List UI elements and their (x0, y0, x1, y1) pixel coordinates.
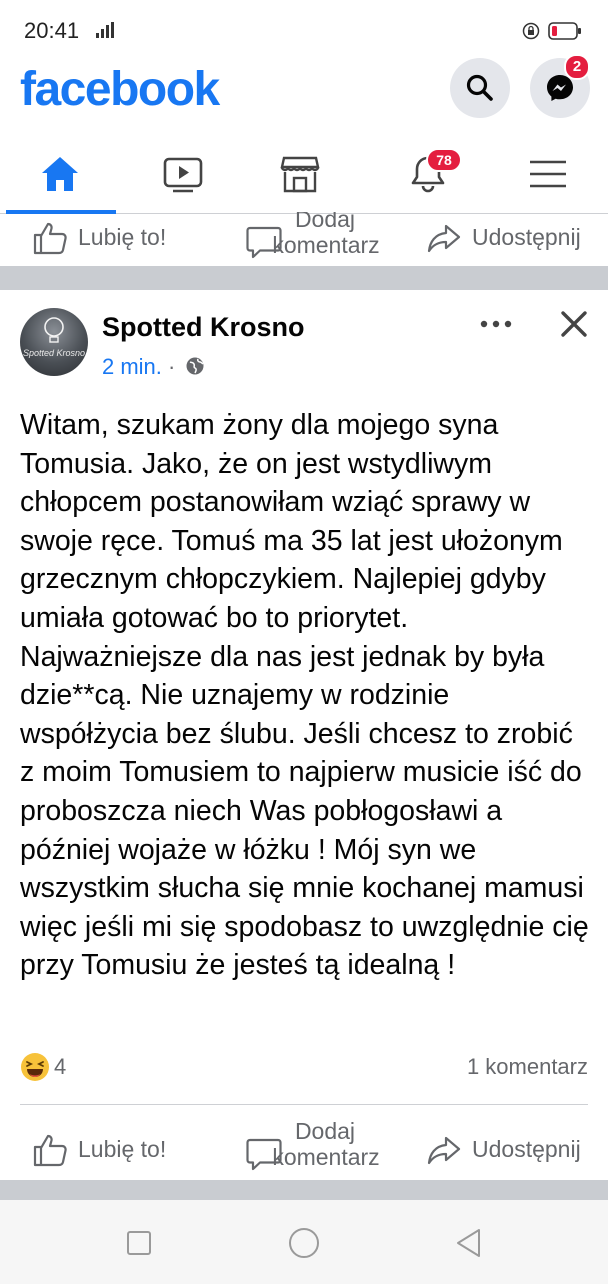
like-label: Lubię to! (78, 1136, 167, 1162)
thumbs-up-icon (33, 222, 67, 255)
comment-label-line1: Dodaj (294, 212, 356, 232)
feed-post: Spotted Krosno Spotted Krosno 2 min. · W… (0, 290, 608, 1180)
tab-home[interactable] (10, 134, 110, 214)
feed-divider-bottom (0, 1180, 608, 1200)
post-actions: Lubię to! Dodaj komentarz Udostępnij (0, 1118, 608, 1180)
notifications-badge: 78 (426, 148, 462, 172)
feed-divider (0, 266, 608, 290)
comment-label-line1: Dodaj (294, 1118, 356, 1144)
battery-icon (548, 22, 581, 40)
tab-notifications[interactable]: 78 (378, 134, 478, 214)
share-button[interactable]: Udostępnij (420, 212, 600, 266)
recent-apps-icon[interactable] (122, 1226, 156, 1260)
status-time: 20:41 (24, 18, 80, 43)
like-button[interactable]: Lubię to! (0, 1120, 190, 1180)
tab-menu[interactable] (498, 134, 598, 214)
post-author[interactable]: Spotted Krosno (102, 312, 305, 343)
post-meta: 2 min. · (102, 354, 205, 380)
meta-separator: · (161, 354, 182, 379)
comment-label-line2: komentarz (272, 232, 380, 258)
tab-marketplace[interactable] (250, 134, 350, 214)
rotation-lock-icon (522, 22, 540, 40)
like-label: Lubię to! (78, 224, 167, 250)
system-nav-bar (0, 1200, 608, 1284)
more-options-icon[interactable] (478, 312, 514, 336)
messenger-button[interactable]: 2 (530, 54, 590, 118)
avatar-text: Spotted Krosno (22, 348, 86, 358)
tab-video[interactable] (133, 134, 233, 214)
menu-icon (530, 160, 566, 188)
home-nav-icon[interactable] (287, 1226, 321, 1260)
status-bar: 20:41 (0, 0, 608, 58)
previous-post-actions: Lubię to! Dodaj komentarz Udostępnij (0, 212, 608, 266)
marketplace-icon (280, 156, 320, 193)
messenger-badge: 2 (564, 54, 590, 80)
search-button[interactable] (450, 58, 510, 118)
share-label: Udostępnij (472, 224, 581, 250)
app-header: facebook 2 (0, 54, 608, 128)
lightbulb-icon (44, 317, 64, 343)
main-tab-bar: 78 (0, 134, 608, 214)
home-icon (42, 157, 78, 191)
post-time[interactable]: 2 min. (102, 354, 162, 379)
share-icon (427, 1136, 461, 1165)
comment-button[interactable]: Dodaj komentarz (240, 212, 400, 266)
comment-button[interactable]: Dodaj komentarz (240, 1118, 400, 1180)
back-icon[interactable] (452, 1226, 486, 1260)
signal-icon (96, 22, 114, 38)
avatar[interactable]: Spotted Krosno (20, 308, 88, 376)
close-icon[interactable] (558, 308, 590, 340)
thumbs-up-icon (33, 1134, 67, 1167)
share-label: Udostępnij (472, 1136, 581, 1162)
reaction-count: 4 (54, 1054, 67, 1079)
comment-label-line2: komentarz (272, 1144, 380, 1170)
comments-count[interactable]: 1 komentarz (467, 1054, 588, 1080)
post-divider (20, 1104, 588, 1105)
globe-icon (186, 357, 205, 375)
post-body: Witam, szukam żony dla mojego syna Tomus… (20, 409, 589, 982)
facebook-logo[interactable]: facebook (20, 62, 220, 117)
like-button[interactable]: Lubię to! (0, 212, 190, 266)
haha-emoji-icon (21, 1053, 49, 1081)
search-icon (466, 74, 493, 101)
share-icon (427, 224, 461, 253)
share-button[interactable]: Udostępnij (420, 1120, 600, 1180)
video-icon (163, 157, 203, 193)
